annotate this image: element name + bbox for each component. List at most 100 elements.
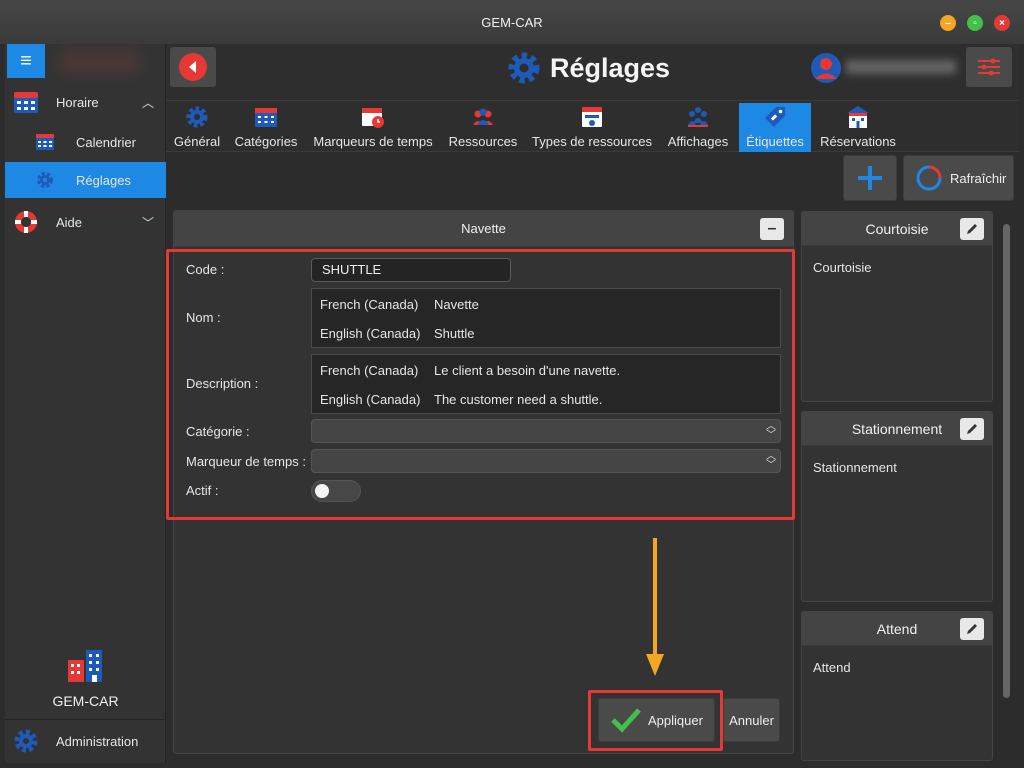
tab-label: Types de ressources [532,134,652,149]
close-button[interactable]: × [994,15,1010,31]
name-translations[interactable]: French (Canada) Navette English (Canada)… [311,288,781,348]
sidebar-item-label: Aide [56,214,83,230]
sidebar-item-calendrier[interactable]: Calendrier [5,124,166,160]
cancel-button[interactable]: Annuler [723,698,780,742]
category-label: Catégorie : [186,424,250,439]
tab-affichages[interactable]: Affichages [663,103,733,152]
calendar-icon [14,92,38,113]
label-card-attend: Attend Attend [801,611,993,761]
building-icon [847,106,869,128]
sidebar-item-label: Calendrier [76,134,136,150]
active-label: Actif : [186,483,219,498]
tab-marqueurs-de-temps[interactable]: Marqueurs de temps [309,103,437,152]
page-title-group: Réglages [506,50,670,86]
window-controls: – ▫ × [940,15,1010,31]
category-select[interactable]: ︿ ﹀ [311,419,781,443]
calendar-grid-icon [255,108,277,127]
chevron-down-icon: ﹀ [141,215,154,230]
hamburger-menu-button[interactable]: ≡ [7,44,45,78]
code-label: Code : [186,262,225,277]
description-translations[interactable]: French (Canada) Le client a besoin d'une… [311,354,781,414]
tab-label: Réservations [820,134,896,149]
name-label: Nom : [186,310,221,325]
tab-general[interactable]: Général [170,103,224,152]
back-arrow-icon [179,53,207,81]
brand: GEM-CAR [5,648,166,709]
pencil-icon [967,224,977,234]
collapse-button[interactable]: – [760,218,784,240]
maximize-button[interactable]: ▫ [967,15,983,31]
pencil-icon [967,624,977,634]
code-field[interactable]: SHUTTLE [311,258,511,282]
tab-types-de-ressources[interactable]: Types de ressources [530,103,654,152]
tab-label: Étiquettes [746,134,804,149]
description-label: Description : [186,376,259,391]
language-label: French (Canada) [320,363,419,378]
scrollbar[interactable] [1003,224,1010,698]
add-button[interactable] [843,155,897,201]
edit-button[interactable] [960,618,984,640]
plus-icon [858,166,882,190]
tab-etiquettes[interactable]: Étiquettes [739,103,811,152]
window-title: GEM-CAR [481,14,543,30]
people-icon [473,108,493,125]
active-toggle[interactable] [311,480,361,502]
user-name-blurred [846,60,956,74]
refresh-icon [916,165,942,191]
gear-icon [37,172,53,188]
time-marker-label: Marqueur de temps : [186,454,306,469]
page-header: Réglages [166,44,1019,100]
tab-ressources[interactable]: Ressources [446,103,520,152]
label-card-title: Attend [876,620,918,637]
label-card-title: Courtoisie [865,220,929,237]
label-card-courtoisie: Courtoisie Courtoisie [801,211,993,402]
time-marker-select[interactable]: ︿ ﹀ [311,449,781,473]
avatar[interactable] [810,52,842,84]
calendar-small-icon [36,134,54,150]
sidebar-item-label: Horaire [56,94,99,110]
translation-value: Navette [434,297,479,312]
sidebar-item-aide[interactable]: Aide ﹀ [5,204,166,240]
label-card-header: Courtoisie [802,212,992,246]
building-logo-icon [67,650,102,682]
label-card-body: Stationnement [813,460,897,475]
sidebar-item-horaire[interactable]: Horaire ︿ [5,84,166,120]
label-card-header: Stationnement [802,412,992,446]
id-card-icon [582,107,602,127]
chevron-up-icon: ︿ [141,95,154,110]
label-card-title: Stationnement [851,420,943,437]
gear-icon [508,52,540,84]
apply-button[interactable]: Appliquer [598,698,715,742]
lifebuoy-icon [15,211,37,233]
sliders-icon [978,58,1000,76]
back-button[interactable] [170,47,216,87]
refresh-label: Rafraîchir [950,170,1007,186]
tab-categories[interactable]: Catégories [230,103,302,152]
apply-label: Appliquer [648,712,703,728]
tab-label: Catégories [234,134,298,149]
tab-label: Ressources [448,134,518,149]
card-title: Navette [461,221,506,236]
label-card-body: Courtoisie [813,260,872,275]
sidebar-item-reglages[interactable]: Réglages [5,162,166,198]
tab-reservations[interactable]: Réservations [817,103,899,152]
edit-button[interactable] [960,418,984,440]
chevron-updown-icon: ︿ ﹀ [766,421,776,441]
sidebar: ≡ Horaire ︿ Calendrier Réglages Aide ﹀ G… [5,44,166,763]
language-label: French (Canada) [320,297,419,312]
minimize-button[interactable]: – [940,15,956,31]
checkmark-icon [611,708,641,733]
tab-label: Affichages [667,134,729,149]
language-label: English (Canada) [320,392,421,407]
pencil-icon [967,424,977,434]
company-logo [60,50,140,74]
group-icon [688,107,708,127]
translation-value: Shuttle [434,326,475,341]
sidebar-item-administration[interactable]: Administration [5,719,166,763]
app-window: GEM-CAR – ▫ × ≡ Horaire ︿ Calendrier Rég… [0,0,1024,768]
refresh-button[interactable]: Rafraîchir [903,155,1014,201]
edit-button[interactable] [960,218,984,240]
title-bar: GEM-CAR – ▫ × [0,0,1024,44]
filters-button[interactable] [966,47,1012,87]
sidebar-item-label: Administration [56,734,139,749]
